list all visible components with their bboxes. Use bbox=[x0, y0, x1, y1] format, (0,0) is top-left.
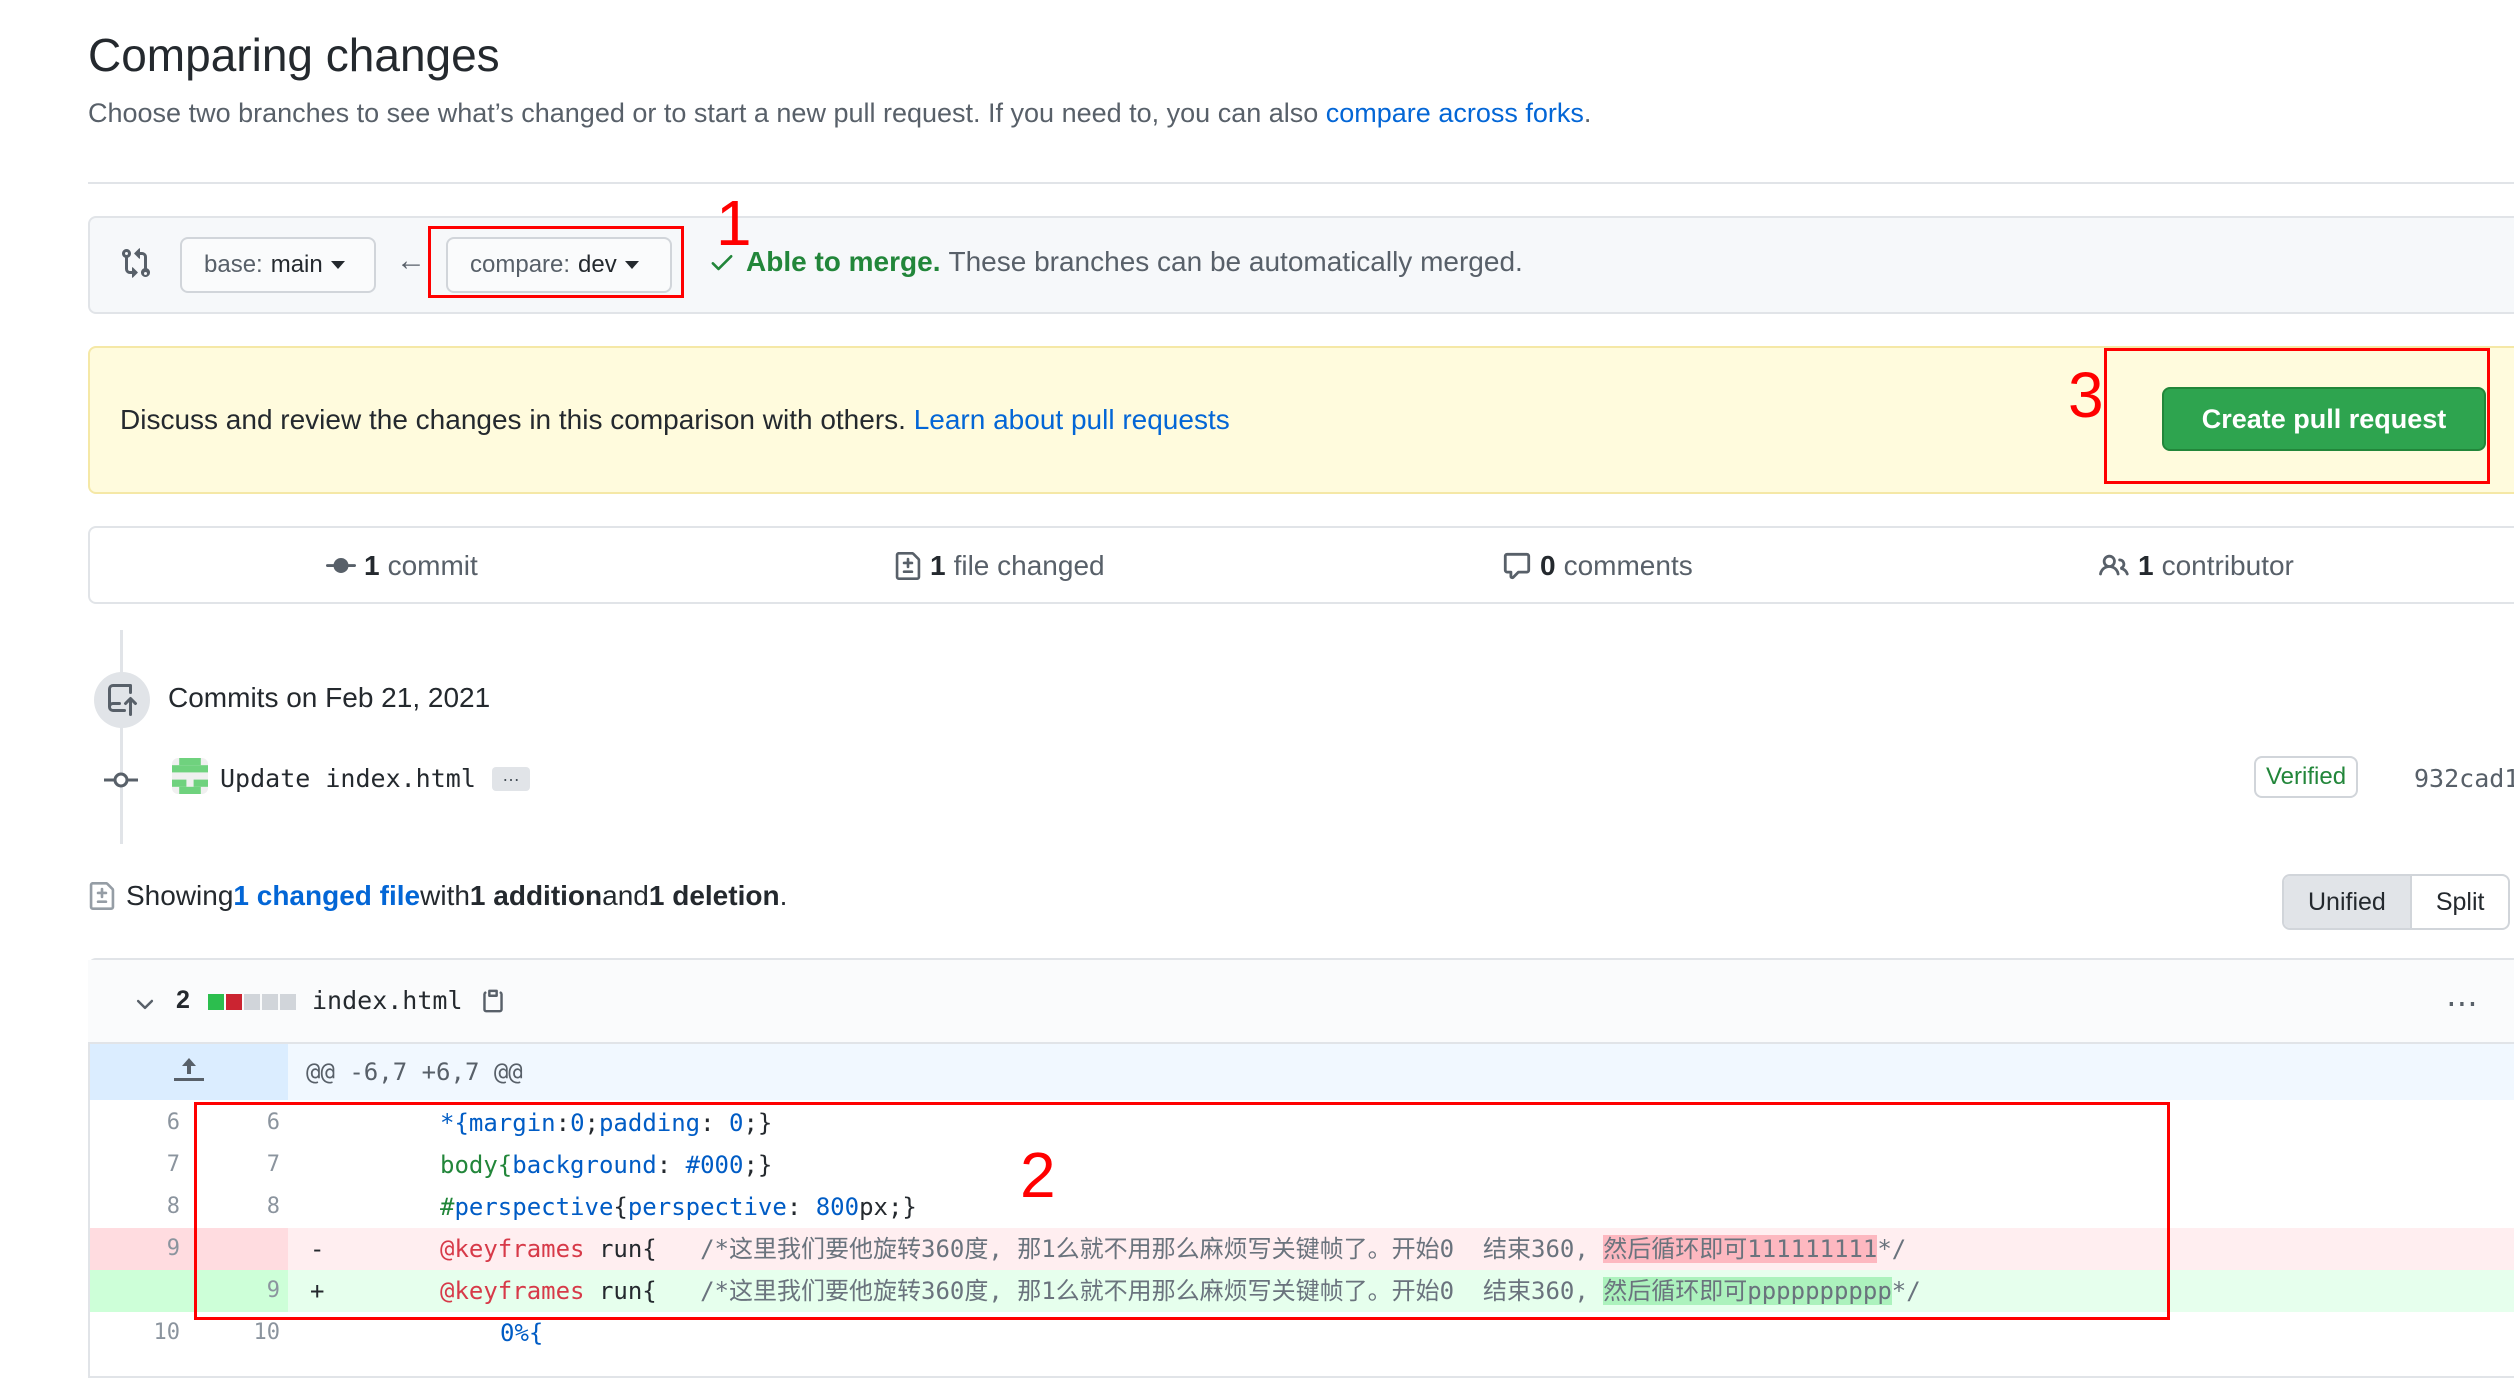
compare-across-forks-link[interactable]: compare across forks bbox=[1326, 98, 1584, 128]
comments-stat[interactable]: 0 comments bbox=[1502, 550, 1693, 582]
merge-ok-text: Able to merge. bbox=[746, 246, 941, 277]
hunk-header: @@ -6,7 +6,7 @@ bbox=[306, 1058, 523, 1086]
deletions-count: 1 deletion bbox=[648, 880, 780, 911]
split-view-button[interactable]: Split bbox=[2409, 876, 2509, 928]
commit-message-link[interactable]: Update index.html bbox=[220, 764, 476, 793]
kebab-menu-icon[interactable]: ⋯ bbox=[2446, 984, 2480, 1022]
commits-label: commit bbox=[387, 550, 478, 581]
expand-commit-button[interactable]: … bbox=[492, 766, 530, 791]
merge-message: These branches can be automatically merg… bbox=[948, 246, 1523, 277]
clipboard-icon[interactable] bbox=[480, 986, 506, 1021]
diff-view-toggle: Unified Split bbox=[2282, 874, 2511, 930]
subtitle-end: . bbox=[1583, 98, 1592, 128]
contributors-count: 1 bbox=[2138, 550, 2154, 581]
commits-date-heading: Commits on Feb 21, 2021 bbox=[168, 682, 491, 713]
learn-about-pr-link[interactable]: Learn about pull requests bbox=[914, 404, 1230, 435]
people-icon bbox=[2099, 554, 2129, 576]
subtitle-text: Choose two branches to see what’s change… bbox=[88, 98, 1326, 128]
files-count: 1 bbox=[930, 550, 946, 581]
comments-count: 0 bbox=[1540, 550, 1556, 581]
old-line-number[interactable]: 8 bbox=[90, 1186, 180, 1228]
old-line-number[interactable]: 9 bbox=[90, 1228, 180, 1270]
showing-and: and bbox=[602, 880, 649, 911]
old-line-number[interactable]: 7 bbox=[90, 1144, 180, 1186]
caret-down-icon bbox=[330, 261, 345, 269]
diff-line-count: 2 bbox=[176, 986, 190, 1014]
repo-push-icon bbox=[94, 672, 150, 728]
verified-badge[interactable]: Verified bbox=[2254, 756, 2359, 798]
commit-node-icon bbox=[104, 770, 138, 790]
contributors-label: contributor bbox=[2161, 550, 2294, 581]
page-subtitle: Choose two branches to see what’s change… bbox=[88, 98, 1591, 129]
flash-message: Discuss and review the changes in this c… bbox=[120, 404, 914, 435]
diffstat-block-add bbox=[208, 994, 224, 1010]
file-diff-icon bbox=[895, 552, 921, 580]
merge-status: Able to merge. These branches can be aut… bbox=[708, 246, 1523, 278]
comments-label: comments bbox=[1563, 550, 1693, 581]
avatar[interactable] bbox=[172, 758, 208, 794]
diffstat-block-del bbox=[226, 994, 242, 1010]
showing-mid: with bbox=[420, 880, 470, 911]
commit-icon bbox=[326, 558, 356, 574]
comment-icon bbox=[1503, 552, 1531, 580]
page-title: Comparing changes bbox=[88, 29, 500, 81]
commit-sha-link[interactable]: 932cad1 bbox=[2414, 764, 2514, 793]
annotation-box-compare bbox=[428, 226, 684, 298]
base-branch-select[interactable]: base: main bbox=[180, 237, 376, 293]
annotation-box-create-pr bbox=[2104, 348, 2490, 484]
chevron-down-icon[interactable] bbox=[132, 990, 158, 1021]
old-line-number[interactable]: 6 bbox=[90, 1102, 180, 1144]
file-diff-icon bbox=[89, 882, 115, 910]
files-stat[interactable]: 1 file changed bbox=[894, 550, 1105, 582]
diff-summary: Showing 1 changed file with 1 addition a… bbox=[88, 880, 787, 912]
annotation-box-diff bbox=[194, 1102, 2170, 1320]
diffstat-block-neutral bbox=[280, 994, 296, 1010]
changed-files-link[interactable]: 1 changed file bbox=[233, 880, 420, 912]
arrow-left-icon: ← bbox=[396, 244, 426, 277]
timeline-line bbox=[120, 630, 123, 844]
divider bbox=[88, 182, 2514, 184]
base-value: main bbox=[270, 251, 323, 278]
unified-view-button[interactable]: Unified bbox=[2284, 876, 2410, 928]
base-label: base: bbox=[204, 251, 263, 278]
commits-count: 1 bbox=[364, 550, 380, 581]
annotation-number: 1 bbox=[716, 187, 752, 259]
annotation-number: 3 bbox=[2068, 359, 2104, 431]
commits-stat[interactable]: 1 commit bbox=[326, 550, 478, 582]
annotation-number: 2 bbox=[1020, 1139, 1056, 1211]
git-compare-icon bbox=[120, 246, 152, 285]
flash-text: Discuss and review the changes in this c… bbox=[120, 404, 1230, 436]
showing-prefix: Showing bbox=[126, 880, 234, 911]
diffstat-block-neutral bbox=[262, 994, 278, 1010]
expand-up-icon[interactable] bbox=[90, 1044, 288, 1100]
contributors-stat[interactable]: 1 contributor bbox=[2098, 550, 2294, 582]
files-label: file changed bbox=[953, 550, 1105, 581]
additions-count: 1 addition bbox=[469, 880, 603, 911]
showing-end: . bbox=[779, 880, 788, 911]
diffstat-block-neutral bbox=[244, 994, 260, 1010]
diff-filename-link[interactable]: index.html bbox=[312, 986, 463, 1015]
